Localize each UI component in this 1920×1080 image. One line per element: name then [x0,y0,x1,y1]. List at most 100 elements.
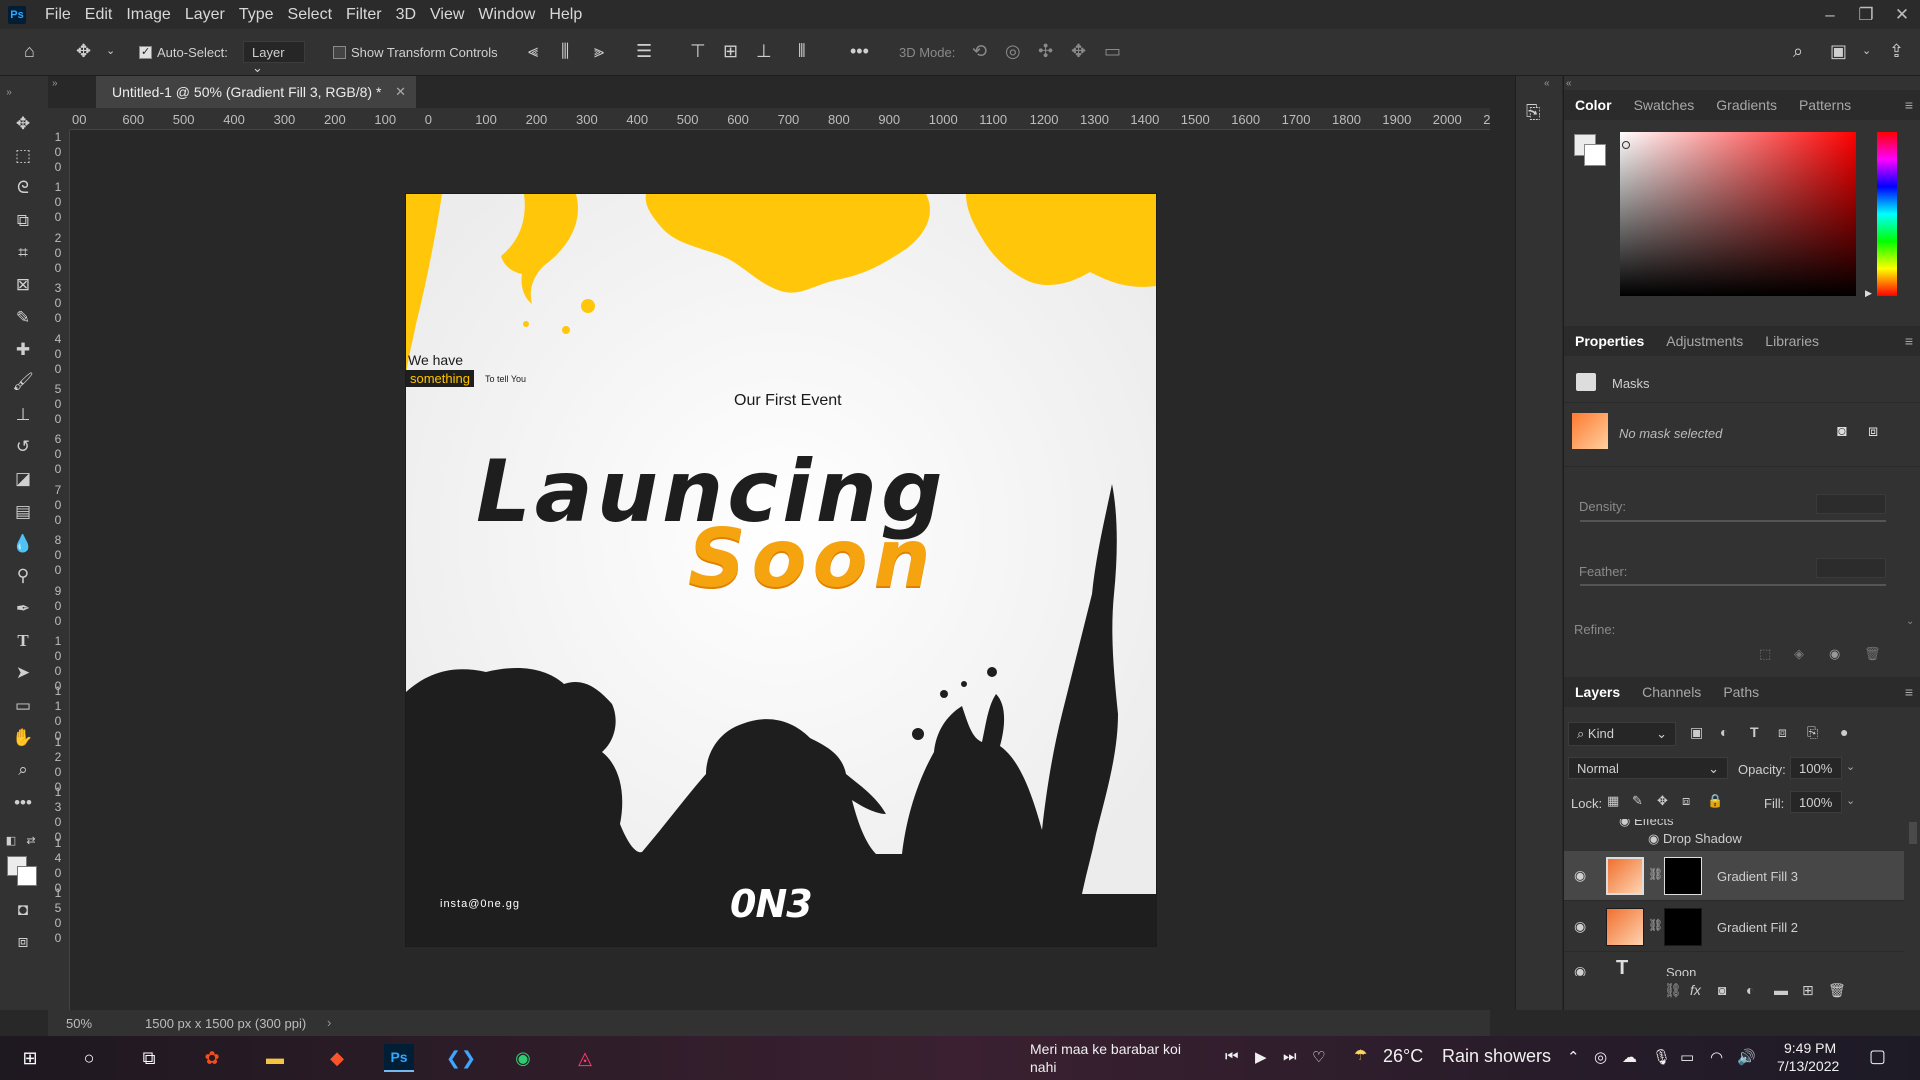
link-icon[interactable]: ⛓ [1648,867,1663,881]
eye-icon[interactable]: ◉ [1619,819,1630,828]
eye-icon[interactable]: ◉ [1574,918,1586,935]
layer-row-gradient-fill-3[interactable]: ◉ ⛓ Gradient Fill 3 [1564,851,1904,901]
eyedropper-tool-icon[interactable]: ✎ [10,306,36,330]
tab-paths[interactable]: Paths [1712,684,1770,700]
tab-adjustments[interactable]: Adjustments [1655,333,1754,349]
distribute-vertical-icon[interactable]: ⫴ [798,40,806,62]
hue-slider-handle[interactable]: ▶ [1865,288,1872,299]
history-panel-icon[interactable]: ⎘ [1526,102,1540,123]
share-icon[interactable]: ⇪ [1889,40,1904,62]
delete-mask-icon[interactable]: 🗑 [1864,646,1881,662]
align-top-icon[interactable]: ⊤ [690,40,706,62]
minimize-button[interactable]: – [1812,0,1848,29]
tab-gradients[interactable]: Gradients [1705,97,1788,113]
dodge-tool-icon[interactable]: ⚲ [10,564,36,588]
scroll-down-icon[interactable]: ⌄ [1906,616,1914,627]
3d-roll-icon[interactable]: ◎ [1005,40,1021,62]
menu-view[interactable]: View [423,6,471,24]
density-slider[interactable] [1580,520,1886,522]
blend-mode-dropdown[interactable]: Normal ⌄ [1568,757,1728,779]
weather-desc[interactable]: Rain showers [1442,1046,1551,1067]
lock-transparent-icon[interactable]: ▦ [1607,793,1619,809]
group-folder-icon[interactable]: ▬ [1774,982,1788,998]
show-transform-checkbox[interactable] [333,46,346,59]
tab-swatches[interactable]: Swatches [1623,97,1706,113]
task-view-icon[interactable]: ⧉ [134,1044,164,1072]
type-tool-icon[interactable]: T [10,629,36,653]
collapse-arrows-icon[interactable]: « [1566,78,1572,89]
brave-icon[interactable]: ◆ [322,1044,352,1072]
hand-tool-icon[interactable]: ✋ [10,726,36,750]
color-field[interactable] [1620,132,1856,296]
marquee-tool-icon[interactable]: ⬚ [10,144,36,168]
battery-icon[interactable]: ▭ [1680,1048,1694,1066]
density-input[interactable] [1816,494,1886,514]
auto-select-target-dropdown[interactable]: Layer ⌄ [243,41,305,75]
meet-now-icon[interactable]: ◎ [1594,1048,1607,1066]
layer-mask-thumbnail[interactable] [1664,857,1702,895]
menu-window[interactable]: Window [471,6,542,24]
lock-artboard-icon[interactable]: ⧈ [1682,793,1690,809]
lasso-tool-icon[interactable]: ᘓ [10,176,36,200]
crop-tool-icon[interactable]: ⌗ [10,241,36,265]
adjustment-layer-icon[interactable]: ◐ [1746,982,1754,998]
object-select-tool-icon[interactable]: ⧉ [10,209,36,233]
filter-adjustment-icon[interactable]: ◐ [1720,724,1728,740]
tab-libraries[interactable]: Libraries [1754,333,1830,349]
expand-arrows-icon[interactable]: » [52,78,58,89]
microphone-icon[interactable]: 🎙 [1652,1048,1671,1066]
expand-arrows-icon[interactable]: » [4,80,14,104]
eraser-tool-icon[interactable]: ◪ [10,467,36,491]
chevron-up-icon[interactable]: ⌃ [1567,1048,1580,1066]
3d-slide-icon[interactable]: ✥ [1071,40,1086,62]
align-left-icon[interactable]: ⫷ [528,40,538,62]
panel-menu-icon[interactable]: ≡ [1905,97,1913,113]
3d-camera-icon[interactable]: ▭ [1104,40,1121,62]
frame-tool-icon[interactable]: ⊠ [10,273,36,297]
visibility-icon[interactable]: ◉ [1829,646,1840,662]
auto-select-checkbox[interactable] [139,45,152,59]
gradient-tool-icon[interactable]: ▤ [10,500,36,524]
tab-color[interactable]: Color [1564,97,1623,113]
previous-track-icon[interactable]: ⏮ [1225,1048,1239,1065]
tab-layers[interactable]: Layers [1564,684,1631,700]
search-icon[interactable]: ⌕ [1793,40,1803,62]
zoom-tool-icon[interactable]: ⌕ [10,758,36,782]
file-explorer-icon[interactable]: ▬ [260,1044,290,1072]
add-vector-mask-icon[interactable]: ⧈ [1868,423,1878,441]
weather-icon[interactable]: ☂ [1354,1046,1367,1064]
filter-toggle-icon[interactable]: ● [1840,724,1848,740]
app-pink-icon[interactable]: ◬ [570,1044,600,1072]
quick-mask-icon[interactable]: ◘ [10,898,36,922]
eye-icon[interactable]: ◉ [1648,831,1659,846]
effects-row[interactable]: ◉ Effects [1619,819,1673,829]
link-icon[interactable]: ⛓ [1648,918,1663,932]
panel-menu-icon[interactable]: ≡ [1905,333,1913,349]
3d-orbit-icon[interactable]: ⟲ [972,40,987,62]
menu-image[interactable]: Image [119,6,177,24]
filter-smart-object-icon[interactable]: ⎘ [1807,724,1818,741]
menu-select[interactable]: Select [281,6,339,24]
edit-toolbar-icon[interactable]: ••• [10,791,36,815]
zoom-level[interactable]: 50% [66,1016,92,1031]
feather-slider[interactable] [1580,584,1886,586]
fx-icon[interactable]: fx [1690,982,1701,998]
artwork-canvas[interactable]: We have something To tell You Our First … [406,194,1156,946]
lock-position-icon[interactable]: ✥ [1657,793,1668,809]
menu-edit[interactable]: Edit [78,6,120,24]
move-tool-icon[interactable]: ✥ [10,112,36,136]
close-tab-icon[interactable]: ✕ [395,84,406,100]
screen-mode-icon[interactable]: ⧈ [10,930,36,954]
search-circle-icon[interactable]: ○ [74,1044,104,1072]
workspace-icon[interactable]: ▣ [1830,40,1847,62]
stamp-tool-icon[interactable]: ⊥ [10,403,36,427]
chevron-down-icon[interactable]: ⌄ [1862,40,1871,62]
media-title[interactable]: Meri maa ke barabar koi nahi [1030,1040,1190,1076]
path-select-icon[interactable]: ➤ [10,661,36,685]
wifi-icon[interactable]: ◠ [1710,1048,1723,1066]
background-color-swatch[interactable] [1584,144,1606,166]
load-selection-icon[interactable]: ⬚ [1759,646,1771,662]
menu-file[interactable]: File [38,6,78,24]
eye-icon[interactable]: ◉ [1574,867,1586,884]
home-icon[interactable]: ⌂ [24,40,35,62]
